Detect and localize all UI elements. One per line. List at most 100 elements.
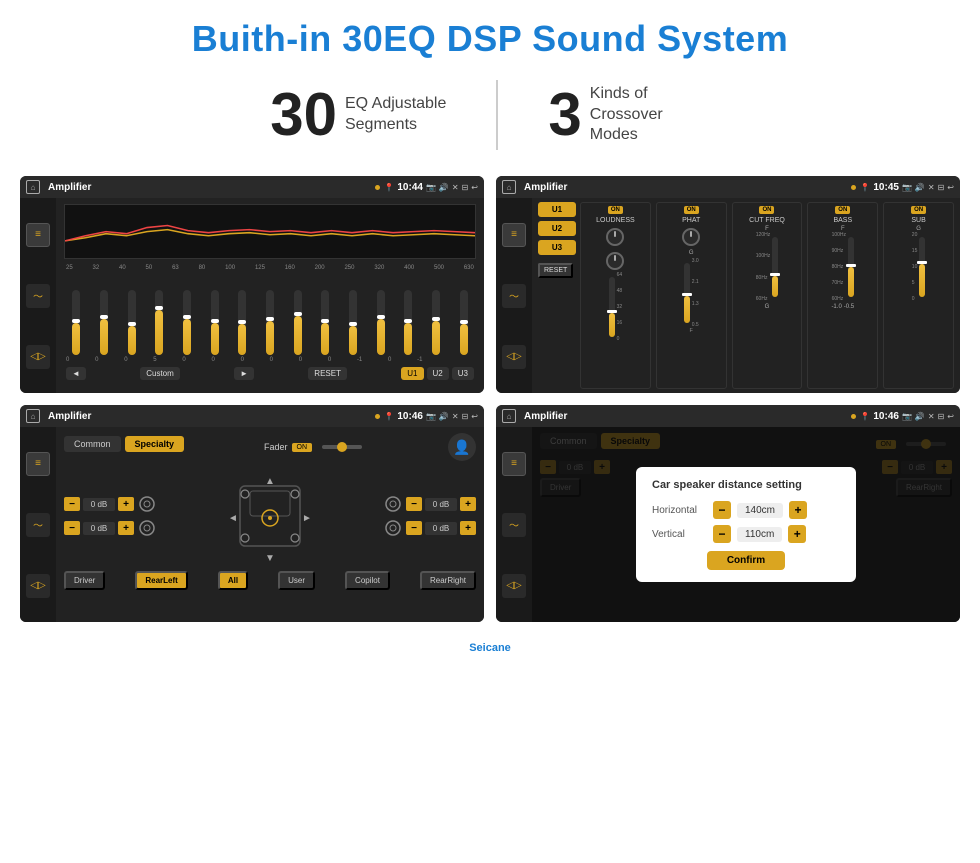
eq-slider-4[interactable] — [155, 290, 163, 355]
screen3-topbar: ⌂ Amplifier 📍 10:46 📷 🔊 ✕ ⊟ ↩ — [20, 405, 484, 427]
eq-slider-11[interactable] — [349, 290, 357, 355]
sidebar4-vol-icon[interactable]: ◁▷ — [502, 574, 526, 598]
sidebar3-wave-icon[interactable]: 〜 — [26, 513, 50, 537]
horizontal-label: Horizontal — [652, 505, 707, 516]
rear-right-button[interactable]: RearRight — [420, 571, 476, 590]
phat-knob[interactable] — [682, 228, 700, 246]
eq-prev-button[interactable]: ◄ — [66, 367, 86, 380]
eq-slider-10[interactable] — [321, 290, 329, 355]
eq-next-button[interactable]: ► — [234, 367, 254, 380]
sidebar4-wave-icon[interactable]: 〜 — [502, 513, 526, 537]
db-minus-4[interactable]: − — [406, 521, 422, 535]
stat-crossover-label: Kinds ofCrossover Modes — [590, 84, 710, 146]
screen2-sidebar: ≡ 〜 ◁▷ — [496, 198, 532, 393]
sidebar-wave-icon[interactable]: 〜 — [26, 284, 50, 308]
eq-slider-9[interactable] — [294, 290, 302, 355]
horizontal-minus[interactable]: − — [713, 501, 731, 519]
sidebar-eq-icon[interactable]: ≡ — [26, 223, 50, 247]
home-icon-3[interactable]: ⌂ — [26, 409, 40, 423]
home-icon[interactable]: ⌂ — [26, 180, 40, 194]
window-icon-4: ⊟ — [938, 412, 945, 421]
cutfreq-slider[interactable] — [772, 237, 778, 297]
eq-slider-5[interactable] — [183, 290, 191, 355]
dialog-confirm-button[interactable]: Confirm — [707, 551, 785, 570]
sidebar2-eq-icon[interactable]: ≡ — [502, 223, 526, 247]
driver-button[interactable]: Driver — [64, 571, 105, 590]
sidebar3-vol-icon[interactable]: ◁▷ — [26, 574, 50, 598]
db-minus-2[interactable]: − — [64, 521, 80, 535]
eq-slider-13[interactable] — [404, 290, 412, 355]
vertical-minus[interactable]: − — [713, 525, 731, 543]
sub-slider[interactable] — [919, 237, 925, 297]
eq-reset-button[interactable]: RESET — [308, 367, 347, 380]
fader-label: Fader — [264, 442, 288, 452]
back-icon: ↩ — [471, 183, 478, 192]
eq-slider-15[interactable] — [460, 290, 468, 355]
screen1-body: ≡ 〜 ◁▷ 253240506380 100125160200250320 4… — [20, 198, 484, 393]
bass-slider[interactable] — [848, 237, 854, 297]
cross-phat: ON PHAT G 3.02.11.30.5 — [656, 202, 727, 389]
close-icon-3: ✕ — [452, 412, 459, 421]
preset-u2[interactable]: U2 — [538, 221, 576, 236]
all-button[interactable]: All — [218, 571, 248, 590]
eq-slider-6[interactable] — [211, 290, 219, 355]
sidebar-vol-icon[interactable]: ◁▷ — [26, 345, 50, 369]
user-button[interactable]: User — [278, 571, 315, 590]
fader-track[interactable] — [322, 445, 362, 449]
camera-icon-3: 📷 — [426, 412, 436, 421]
eq-slider-7[interactable] — [238, 290, 246, 355]
db-value-1: 0 dB — [83, 498, 115, 511]
tab-specialty[interactable]: Specialty — [125, 436, 185, 452]
db-minus-3[interactable]: − — [406, 497, 422, 511]
preset-u1[interactable]: U1 — [538, 202, 576, 217]
sidebar3-eq-icon[interactable]: ≡ — [26, 452, 50, 476]
db-plus-4[interactable]: + — [460, 521, 476, 535]
eq-u1-button[interactable]: U1 — [401, 367, 423, 380]
balance-tabs: Common Specialty — [64, 436, 184, 452]
loudness-knob2[interactable] — [606, 252, 624, 270]
fader-thumb[interactable] — [337, 442, 347, 452]
cross-loudness: ON LOUDNESS 644832160 — [580, 202, 651, 389]
phat-freq: F — [690, 328, 693, 334]
home-icon-2[interactable]: ⌂ — [502, 180, 516, 194]
eq-custom-button[interactable]: Custom — [140, 367, 180, 380]
cross-bass: ON BASS F 100Hz90Hz80Hz70Hz60Hz — [807, 202, 878, 389]
page-title: Buith-in 30EQ DSP Sound System — [0, 0, 980, 70]
eq-slider-3[interactable] — [128, 290, 136, 355]
screen2-body: ≡ 〜 ◁▷ U1 U2 U3 RESET ON LOUDNESS — [496, 198, 960, 393]
tab-common[interactable]: Common — [64, 436, 121, 452]
eq-slider-2[interactable] — [100, 290, 108, 355]
db-plus-2[interactable]: + — [118, 521, 134, 535]
sidebar2-wave-icon[interactable]: 〜 — [502, 284, 526, 308]
loudness-knob[interactable] — [606, 228, 624, 246]
rear-left-button[interactable]: RearLeft — [135, 571, 187, 590]
window-icon-2: ⊟ — [938, 183, 945, 192]
screen4-topbar: ⌂ Amplifier 📍 10:46 📷 🔊 ✕ ⊟ ↩ — [496, 405, 960, 427]
db-plus-3[interactable]: + — [460, 497, 476, 511]
crossover-reset[interactable]: RESET — [538, 263, 573, 278]
eq-slider-1[interactable] — [72, 290, 80, 355]
copilot-button[interactable]: Copilot — [345, 571, 390, 590]
back-icon-2: ↩ — [947, 183, 954, 192]
eq-slider-8[interactable] — [266, 290, 274, 355]
vertical-plus[interactable]: + — [788, 525, 806, 543]
eq-u2-button[interactable]: U2 — [427, 367, 449, 380]
close-icon-2: ✕ — [928, 183, 935, 192]
screen4-body: ≡ 〜 ◁▷ Common Specialty ON — [496, 427, 960, 622]
eq-u3-button[interactable]: U3 — [452, 367, 474, 380]
preset-u3[interactable]: U3 — [538, 240, 576, 255]
loudness-slider[interactable] — [609, 277, 615, 337]
svg-text:◄: ◄ — [228, 513, 238, 524]
phat-slider[interactable] — [684, 263, 690, 323]
db-minus-1[interactable]: − — [64, 497, 80, 511]
horizontal-plus[interactable]: + — [789, 501, 807, 519]
screen-balance: ⌂ Amplifier 📍 10:46 📷 🔊 ✕ ⊟ ↩ ≡ 〜 ◁▷ — [20, 405, 484, 622]
sidebar4-eq-icon[interactable]: ≡ — [502, 452, 526, 476]
db-plus-1[interactable]: + — [118, 497, 134, 511]
home-icon-4[interactable]: ⌂ — [502, 409, 516, 423]
eq-bottom-bar: ◄ Custom ► RESET U1 U2 U3 — [64, 367, 476, 380]
sidebar2-vol-icon[interactable]: ◁▷ — [502, 345, 526, 369]
eq-slider-14[interactable] — [432, 290, 440, 355]
eq-slider-12[interactable] — [377, 290, 385, 355]
eq-val-labels: 000500 0000-10 -1 — [64, 357, 476, 363]
